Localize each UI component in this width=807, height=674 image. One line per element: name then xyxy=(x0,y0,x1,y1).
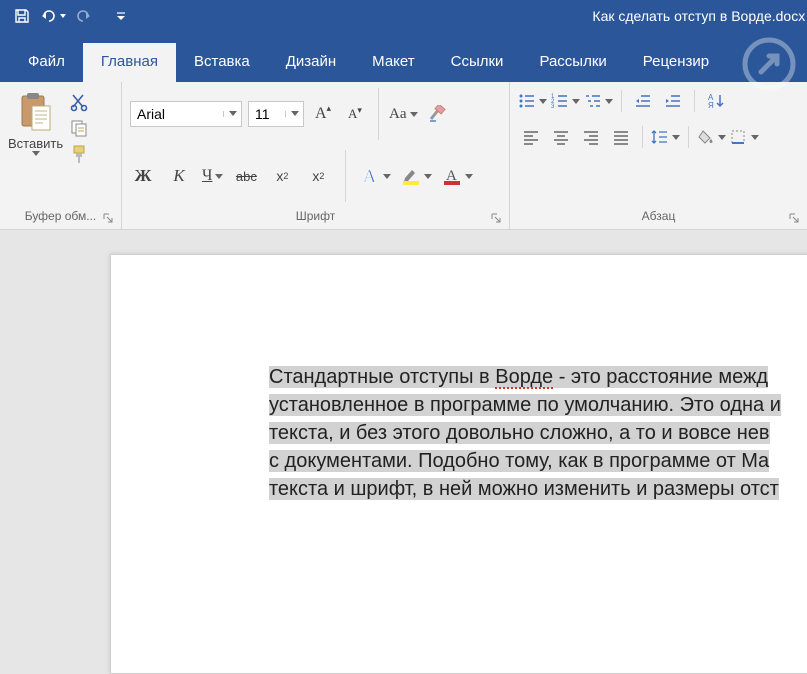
tab-insert[interactable]: Вставка xyxy=(176,43,268,82)
save-icon[interactable] xyxy=(14,8,30,24)
subscript-button[interactable]: x2 xyxy=(269,163,295,189)
font-color-button[interactable]: A xyxy=(442,163,473,189)
svg-text:Я: Я xyxy=(708,101,714,110)
multilevel-list-button[interactable] xyxy=(584,88,613,114)
undo-button[interactable] xyxy=(40,8,66,24)
watermark-icon xyxy=(741,36,797,92)
tab-layout[interactable]: Макет xyxy=(354,43,432,82)
chevron-down-icon xyxy=(32,151,40,157)
strikethrough-button[interactable]: abc xyxy=(233,163,259,189)
svg-text:3: 3 xyxy=(551,104,555,109)
paragraph-launcher-icon[interactable] xyxy=(789,213,799,223)
grow-font-icon[interactable]: A▴ xyxy=(310,101,336,127)
tab-references[interactable]: Ссылки xyxy=(433,43,522,82)
title-bar: Как сделать отступ в Ворде.docx - V xyxy=(0,0,807,32)
tab-home[interactable]: Главная xyxy=(83,43,176,82)
chevron-down-icon[interactable] xyxy=(223,111,241,117)
align-center-icon[interactable] xyxy=(548,124,574,150)
increase-indent-icon[interactable] xyxy=(660,88,686,114)
tab-design[interactable]: Дизайн xyxy=(268,43,354,82)
selected-text[interactable]: Стандартные отступы в Ворде - это рассто… xyxy=(269,363,807,503)
document-area: Стандартные отступы в Ворде - это рассто… xyxy=(0,230,807,674)
align-justify-icon[interactable] xyxy=(608,124,634,150)
font-name-value: Arial xyxy=(131,106,223,122)
font-name-combo[interactable]: Arial xyxy=(130,101,242,127)
paragraph-group-label: Абзац xyxy=(642,209,676,223)
clear-formatting-icon[interactable] xyxy=(424,101,450,127)
align-left-icon[interactable] xyxy=(518,124,544,150)
italic-button[interactable]: К xyxy=(166,163,192,189)
group-font: Arial 11 A▴ A▾ Aa Ж К Ч abc xyxy=(122,82,510,229)
tab-mailings[interactable]: Рассылки xyxy=(521,43,624,82)
font-group-label: Шрифт xyxy=(296,209,335,223)
svg-text:A: A xyxy=(363,166,376,186)
change-case-button[interactable]: Aa xyxy=(389,101,418,127)
shrink-font-icon[interactable]: A▾ xyxy=(342,101,368,127)
ribbon: Вставить Буфер обм... xyxy=(0,82,807,230)
decrease-indent-icon[interactable] xyxy=(630,88,656,114)
chevron-down-icon[interactable] xyxy=(285,111,303,117)
page[interactable]: Стандартные отступы в Ворде - это рассто… xyxy=(110,254,807,674)
shading-button[interactable] xyxy=(697,124,726,150)
font-size-combo[interactable]: 11 xyxy=(248,101,304,127)
copy-icon[interactable] xyxy=(69,118,89,138)
underline-button[interactable]: Ч xyxy=(202,163,223,189)
clipboard-launcher-icon[interactable] xyxy=(103,213,113,223)
group-clipboard: Вставить Буфер обм... xyxy=(0,82,122,229)
align-right-icon[interactable] xyxy=(578,124,604,150)
paste-label: Вставить xyxy=(8,136,63,151)
numbering-button[interactable]: 123 xyxy=(551,88,580,114)
borders-button[interactable] xyxy=(730,124,759,150)
cut-icon[interactable] xyxy=(69,92,89,112)
sort-icon[interactable]: AЯ xyxy=(703,88,729,114)
clipboard-group-label: Буфер обм... xyxy=(25,209,97,223)
text-effects-button[interactable]: A xyxy=(360,163,391,189)
document-title: Как сделать отступ в Ворде.docx - V xyxy=(592,8,807,24)
superscript-button[interactable]: x2 xyxy=(305,163,331,189)
line-spacing-button[interactable] xyxy=(651,124,680,150)
ribbon-tabs: Файл Главная Вставка Дизайн Макет Ссылки… xyxy=(0,32,807,82)
bold-button[interactable]: Ж xyxy=(130,163,156,189)
paste-button[interactable]: Вставить xyxy=(8,88,63,157)
quick-access-toolbar xyxy=(0,8,126,24)
tab-file[interactable]: Файл xyxy=(10,43,83,82)
bullets-button[interactable] xyxy=(518,88,547,114)
tab-review[interactable]: Рецензир xyxy=(625,43,727,82)
group-paragraph: 123 AЯ xyxy=(510,82,807,229)
format-painter-icon[interactable] xyxy=(69,144,89,164)
font-launcher-icon[interactable] xyxy=(491,213,501,223)
redo-button[interactable] xyxy=(76,8,92,24)
qat-customize-icon[interactable] xyxy=(116,11,126,21)
highlight-color-button[interactable] xyxy=(401,163,432,189)
font-size-value: 11 xyxy=(249,106,285,122)
